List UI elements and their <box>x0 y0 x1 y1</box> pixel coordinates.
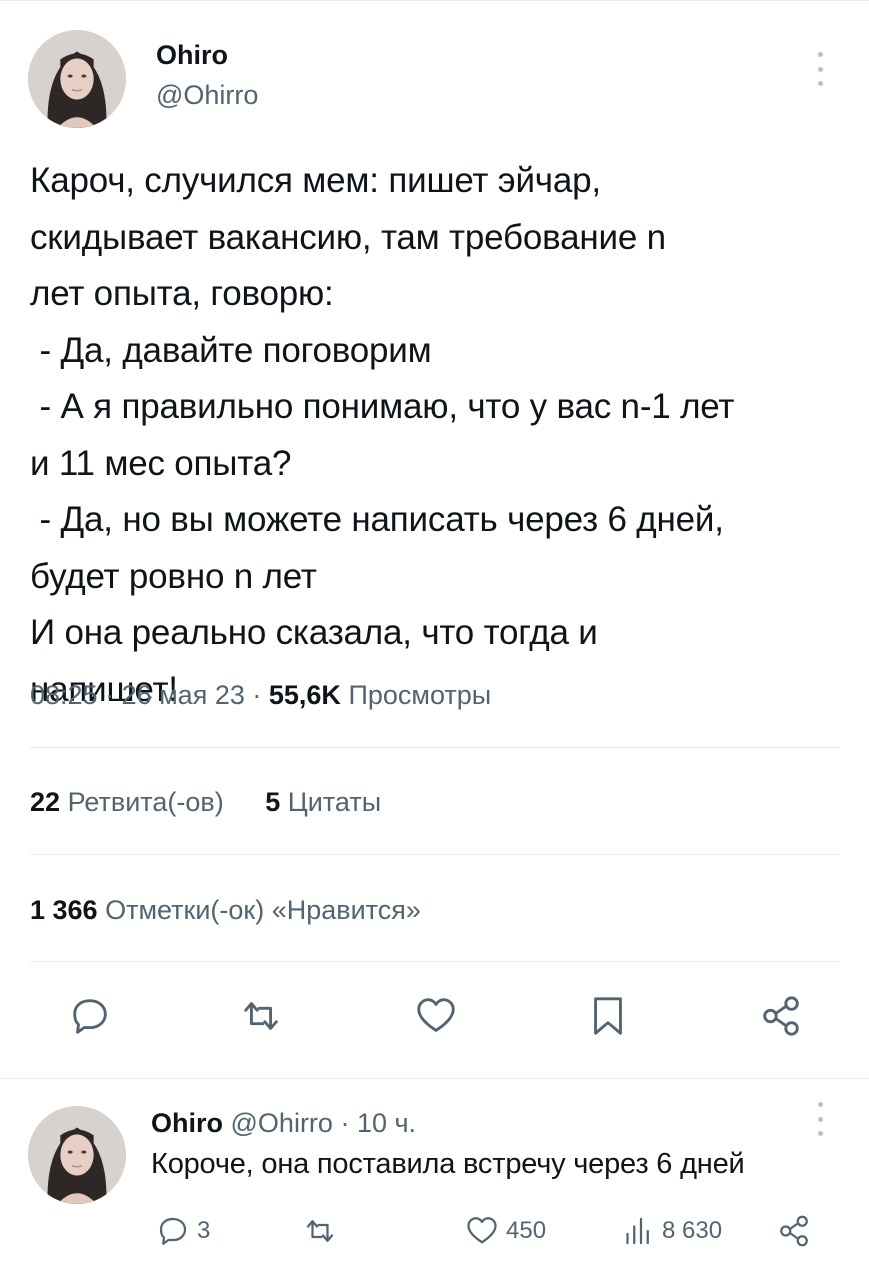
divider <box>0 1078 869 1079</box>
likes-stat[interactable]: 1 366 Отметки(-ок) «Нравится» <box>30 895 421 925</box>
retweet-icon <box>306 1220 334 1242</box>
reply-author-name[interactable]: Ohiro <box>151 1108 223 1138</box>
retweets-count: 22 <box>30 787 61 817</box>
retweet-icon <box>244 1002 278 1030</box>
reply-action-bar: 3 450 8 630 <box>0 1210 869 1260</box>
share-stats: 22 Ретвита(-ов) 5 Цитаты <box>30 787 415 818</box>
reply-header: Ohiro @Ohirro · 10 ч. <box>151 1108 417 1138</box>
share-icon <box>763 996 799 1036</box>
quotes-count: 5 <box>265 787 281 817</box>
tweet-time[interactable]: 08:25 <box>30 680 98 710</box>
bookmark-button[interactable] <box>582 990 634 1042</box>
views-chart-icon <box>626 1217 649 1245</box>
reply-avatar[interactable] <box>28 1106 126 1204</box>
retweets-label: Ретвита(-ов) <box>67 787 224 817</box>
divider <box>30 961 840 962</box>
reply-retweet-button[interactable] <box>302 1210 344 1252</box>
action-bar <box>0 990 869 1050</box>
retweets-stat[interactable]: 22 Ретвита(-ов) <box>30 787 224 817</box>
quotes-label: Цитаты <box>287 787 382 817</box>
tweet-date[interactable]: 26 мая 23 <box>122 680 245 710</box>
heart-icon <box>417 998 455 1032</box>
avatar[interactable] <box>28 30 126 128</box>
comment-icon <box>159 1217 187 1245</box>
reply-like-button[interactable]: 450 <box>464 1210 546 1252</box>
tweet-text: Кароч, случился мем: пишет эйчар, скидыв… <box>30 161 735 709</box>
likes-count: 1 366 <box>30 895 98 925</box>
top-border <box>0 0 869 4</box>
reply-text: Короче, она поставила встречу через 6 дн… <box>151 1148 745 1180</box>
reply-button[interactable] <box>64 990 116 1042</box>
avatar-image <box>28 30 126 128</box>
share-icon <box>780 1215 808 1247</box>
comment-icon <box>73 999 107 1034</box>
more-options-icon[interactable] <box>815 1102 825 1136</box>
heart-icon <box>467 1217 497 1244</box>
likes-stats: 1 366 Отметки(-ок) «Нравится» <box>30 895 455 926</box>
reply-author-handle[interactable]: @Ohirro <box>231 1108 333 1138</box>
share-button[interactable] <box>755 990 807 1042</box>
divider <box>30 747 840 748</box>
retweet-button[interactable] <box>235 990 287 1042</box>
divider <box>30 854 840 855</box>
reply-views-count: 8 630 <box>662 1217 723 1244</box>
likes-label: Отметки(-ок) «Нравится» <box>105 895 421 925</box>
reply-likes-count: 450 <box>506 1217 547 1244</box>
views-label: Просмотры <box>348 680 492 710</box>
reply-time[interactable]: 10 ч. <box>357 1108 416 1138</box>
reply-replies-count: 3 <box>197 1217 211 1244</box>
views-count: 55,6K <box>268 680 341 710</box>
author-handle[interactable]: @Ohirro <box>156 80 258 111</box>
avatar-image <box>28 1106 126 1204</box>
author-name[interactable]: Ohiro <box>156 40 228 71</box>
bookmark-icon <box>594 997 622 1035</box>
quotes-stat[interactable]: 5 Цитаты <box>265 787 381 817</box>
like-button[interactable] <box>410 990 462 1042</box>
reply-views-button[interactable]: 8 630 <box>620 1210 722 1252</box>
reply-reply-button[interactable]: 3 <box>155 1210 210 1252</box>
reply-share-button[interactable] <box>776 1210 818 1252</box>
more-options-icon[interactable] <box>815 52 825 86</box>
tweet-meta: 08:25 · 26 мая 23 · 55,6K Просмотры <box>30 680 492 710</box>
